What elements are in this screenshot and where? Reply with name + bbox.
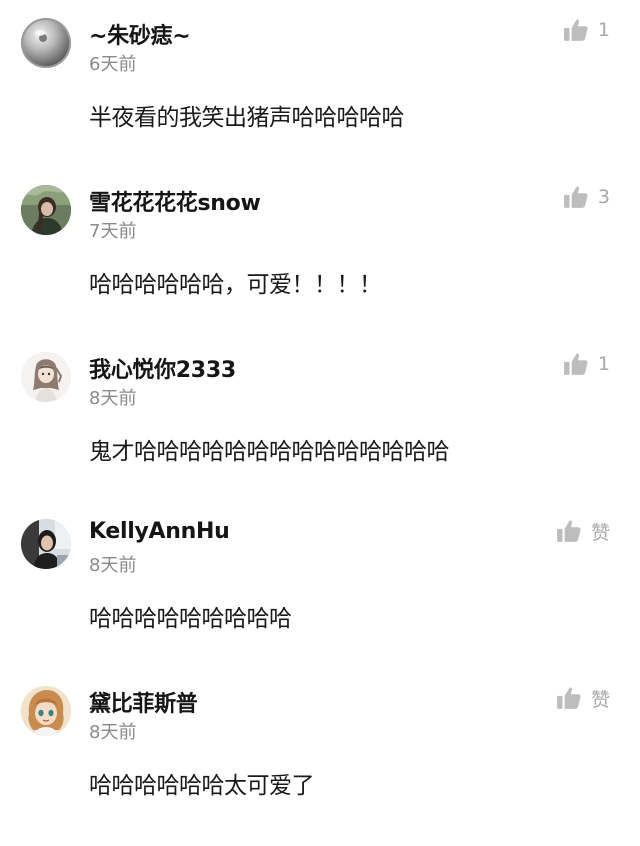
comment-text: 哈哈哈哈哈哈哈哈哈 [89, 606, 292, 632]
username[interactable]: 雪花花花花snow [89, 185, 261, 217]
avatar[interactable] [21, 185, 71, 235]
comment-text: 哈哈哈哈哈哈，可爱！！！！ [89, 272, 382, 298]
comment-item: ~朱砂痣~ 6天前 半夜看的我笑出猪声哈哈哈哈哈 1 [0, 0, 640, 167]
thumbs-up-icon [557, 520, 581, 542]
avatar[interactable] [21, 686, 71, 736]
comment-text: 哈哈哈哈哈哈太可爱了 [89, 773, 315, 799]
thumbs-up-icon [563, 353, 588, 375]
comment-text: 鬼才哈哈哈哈哈哈哈哈哈哈哈哈哈哈 [89, 439, 450, 465]
thumbs-up-icon [563, 186, 588, 208]
username[interactable]: KellyAnnHu [89, 519, 230, 544]
comment-time: 8天前 [89, 555, 137, 576]
username[interactable]: 黛比菲斯普 [89, 686, 198, 718]
comment-time: 8天前 [89, 388, 137, 409]
like-count: 赞 [590, 688, 610, 711]
like-count: 赞 [590, 521, 610, 544]
like-count: 3 [597, 186, 610, 208]
like-button[interactable]: 赞 [556, 684, 610, 712]
like-button[interactable]: 1 [563, 16, 610, 44]
like-button[interactable]: 赞 [556, 517, 610, 545]
avatar[interactable] [21, 18, 71, 68]
like-button[interactable]: 1 [563, 350, 610, 378]
username[interactable]: ~朱砂痣~ [89, 18, 191, 50]
thumbs-up-icon [557, 687, 581, 709]
avatar[interactable] [21, 519, 71, 569]
comment-item: 我心悦你2333 8天前 鬼才哈哈哈哈哈哈哈哈哈哈哈哈哈哈 1 [0, 334, 640, 501]
comment-time: 8天前 [89, 722, 137, 743]
thumbs-up-icon [563, 19, 588, 41]
username[interactable]: 我心悦你2333 [89, 352, 236, 384]
avatar[interactable] [21, 352, 71, 402]
like-count: 1 [597, 19, 610, 41]
like-button[interactable]: 3 [563, 183, 610, 211]
comment-text: 半夜看的我笑出猪声哈哈哈哈哈 [89, 105, 405, 131]
comment-time: 7天前 [89, 221, 137, 242]
comment-item: 雪花花花花snow 7天前 哈哈哈哈哈哈，可爱！！！！ 3 [0, 167, 640, 334]
like-count: 1 [597, 353, 610, 375]
comment-item: 黛比菲斯普 8天前 哈哈哈哈哈哈太可爱了 赞 [0, 668, 640, 835]
comment-time: 6天前 [89, 54, 137, 75]
comment-item: KellyAnnHu 8天前 哈哈哈哈哈哈哈哈哈 赞 [0, 501, 640, 668]
